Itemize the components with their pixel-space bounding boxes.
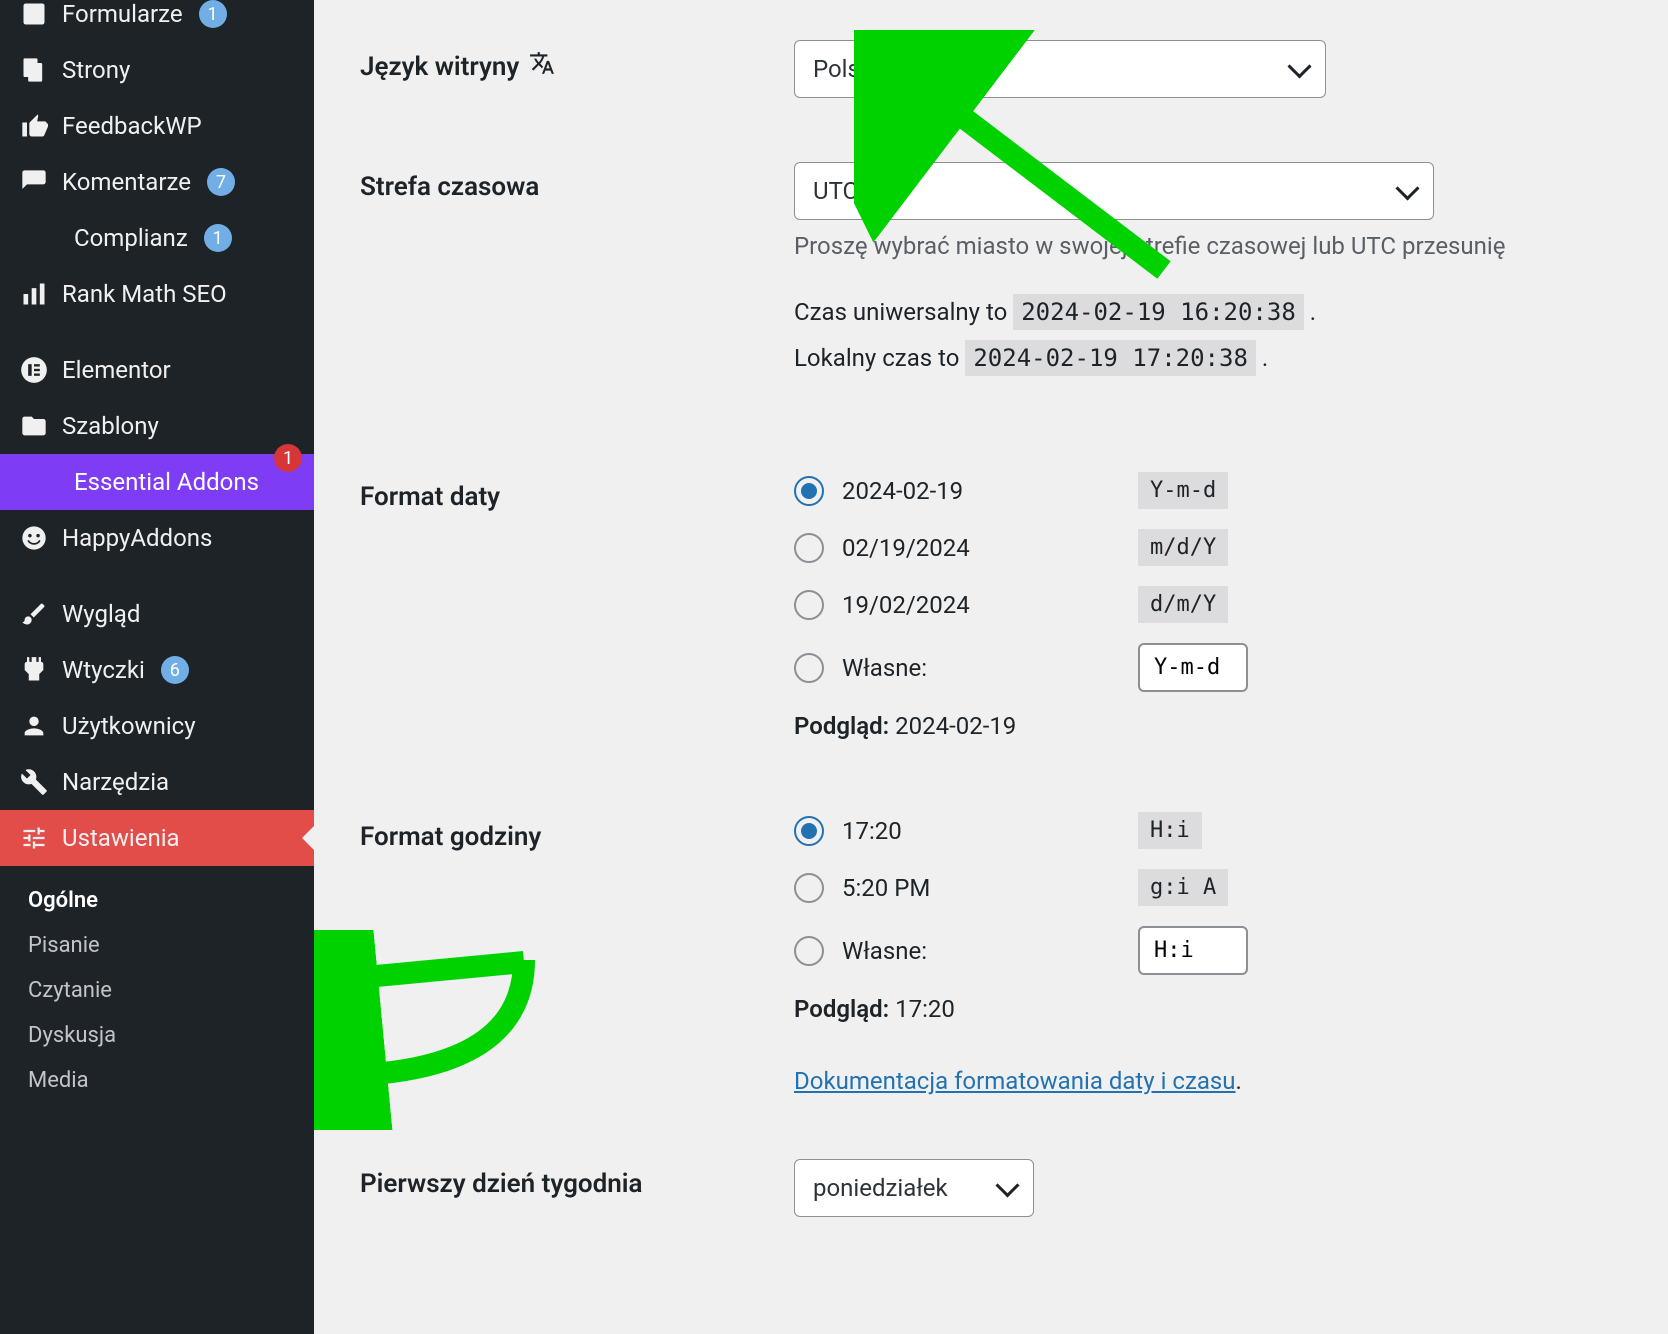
badge: 1 xyxy=(199,0,227,28)
time-format-preview: Podgląd: 17:20 xyxy=(794,995,1668,1023)
sidebar-item-komentarze[interactable]: Komentarze 7 xyxy=(0,154,314,210)
sidebar-item-wtyczki[interactable]: Wtyczki 6 xyxy=(0,642,314,698)
badge: 1 xyxy=(274,444,302,472)
utc-time: Czas uniwersalny to 2024-02-19 16:20:38 … xyxy=(794,298,1668,326)
sidebar-item-essential-addons[interactable]: Essential Addons 1 xyxy=(0,454,314,510)
radio-icon xyxy=(794,590,824,620)
comment-icon xyxy=(20,168,48,196)
pages-icon xyxy=(20,56,48,84)
date-format-option-0[interactable]: 2024-02-19 Y-m-d xyxy=(794,472,1668,509)
sidebar-item-wyglad[interactable]: Wygląd xyxy=(0,586,314,642)
sidebar-item-label: Strony xyxy=(62,56,130,84)
sidebar-item-label: Narzędzia xyxy=(62,768,169,796)
sidebar-item-ustawienia[interactable]: Ustawienia xyxy=(0,810,314,866)
radio-icon xyxy=(794,533,824,563)
timezone-label: Strefa czasowa xyxy=(360,162,794,202)
plugins-icon xyxy=(20,656,48,684)
time-format-custom[interactable]: Własne: xyxy=(794,926,1668,975)
submenu-ogolne[interactable]: Ogólne xyxy=(0,878,314,923)
timezone-select[interactable]: UTC+1 xyxy=(794,162,1434,220)
submenu-media[interactable]: Media xyxy=(0,1058,314,1103)
time-format-label: Format godziny xyxy=(360,812,794,852)
sidebar-item-label: Elementor xyxy=(62,356,171,384)
radio-icon xyxy=(794,936,824,966)
sidebar-item-narzedzia[interactable]: Narzędzia xyxy=(0,754,314,810)
date-format-preview: Podgląd: 2024-02-19 xyxy=(794,712,1668,740)
sidebar-item-label: Wtyczki xyxy=(62,656,145,684)
sidebar-item-feedbackwp[interactable]: FeedbackWP xyxy=(0,98,314,154)
tools-icon xyxy=(20,768,48,796)
radio-icon xyxy=(794,653,824,683)
radio-icon xyxy=(794,873,824,903)
language-select[interactable]: Polski xyxy=(794,40,1326,98)
sidebar-item-szablony[interactable]: Szablony xyxy=(0,398,314,454)
radio-icon xyxy=(794,816,824,846)
radio-icon xyxy=(794,476,824,506)
sidebar-item-label: HappyAddons xyxy=(62,524,212,552)
sidebar-item-label: Formularze xyxy=(62,0,183,28)
timezone-help: Proszę wybrać miasto w swojej strefie cz… xyxy=(794,232,1668,260)
settings-icon xyxy=(20,824,48,852)
language-label: Język witryny xyxy=(360,40,794,83)
first-day-select[interactable]: poniedziałek xyxy=(794,1159,1034,1217)
sidebar-item-label: Wygląd xyxy=(62,600,140,628)
sidebar-item-rankmath[interactable]: Rank Math SEO xyxy=(0,266,314,322)
local-time: Lokalny czas to 2024-02-19 17:20:38 . xyxy=(794,344,1668,372)
chart-icon xyxy=(20,280,48,308)
time-format-option-1[interactable]: 5:20 PM g:i A xyxy=(794,869,1668,906)
admin-sidebar: Formularze 1 Strony FeedbackWP Komentarz… xyxy=(0,0,314,1334)
time-format-option-0[interactable]: 17:20 H:i xyxy=(794,812,1668,849)
badge: 1 xyxy=(204,224,232,252)
forms-icon xyxy=(20,0,48,28)
sidebar-item-elementor[interactable]: Elementor xyxy=(0,342,314,398)
sidebar-item-label: FeedbackWP xyxy=(62,112,202,140)
elementor-icon xyxy=(20,356,48,384)
sidebar-item-formularze[interactable]: Formularze 1 xyxy=(0,0,314,42)
settings-content: Język witryny Polski Strefa czasowa UTC+… xyxy=(314,0,1668,1334)
sidebar-item-label: Szablony xyxy=(62,412,159,440)
sidebar-item-label: Komentarze xyxy=(62,168,191,196)
templates-icon xyxy=(20,412,48,440)
sidebar-item-label: Użytkownicy xyxy=(62,712,196,740)
appearance-icon xyxy=(20,600,48,628)
date-format-option-2[interactable]: 19/02/2024 d/m/Y xyxy=(794,586,1668,623)
submenu-pisanie[interactable]: Pisanie xyxy=(0,923,314,968)
happy-icon xyxy=(20,524,48,552)
translate-icon xyxy=(529,50,555,83)
date-format-option-1[interactable]: 02/19/2024 m/d/Y xyxy=(794,529,1668,566)
sidebar-item-uzytkownicy[interactable]: Użytkownicy xyxy=(0,698,314,754)
date-format-label: Format daty xyxy=(360,472,794,512)
date-format-custom-input[interactable] xyxy=(1138,643,1248,692)
users-icon xyxy=(20,712,48,740)
first-day-label: Pierwszy dzień tygodnia xyxy=(360,1159,794,1199)
thumb-icon xyxy=(20,112,48,140)
sidebar-item-label: Essential Addons xyxy=(74,468,259,496)
submenu-czytanie[interactable]: Czytanie xyxy=(0,968,314,1013)
time-format-custom-input[interactable] xyxy=(1138,926,1248,975)
settings-submenu: Ogólne Pisanie Czytanie Dyskusja Media xyxy=(0,866,314,1115)
sidebar-item-happyaddons[interactable]: HappyAddons xyxy=(0,510,314,566)
sidebar-item-label: Ustawienia xyxy=(62,824,180,852)
sidebar-item-label: Rank Math SEO xyxy=(62,280,227,308)
sidebar-item-complianz[interactable]: Complianz 1 xyxy=(0,210,314,266)
sidebar-item-label: Complianz xyxy=(74,224,188,252)
badge: 6 xyxy=(161,656,189,684)
date-time-doc-link[interactable]: Dokumentacja formatowania daty i czasu xyxy=(794,1067,1236,1095)
submenu-dyskusja[interactable]: Dyskusja xyxy=(0,1013,314,1058)
badge: 7 xyxy=(207,168,235,196)
sidebar-item-strony[interactable]: Strony xyxy=(0,42,314,98)
date-format-custom[interactable]: Własne: xyxy=(794,643,1668,692)
